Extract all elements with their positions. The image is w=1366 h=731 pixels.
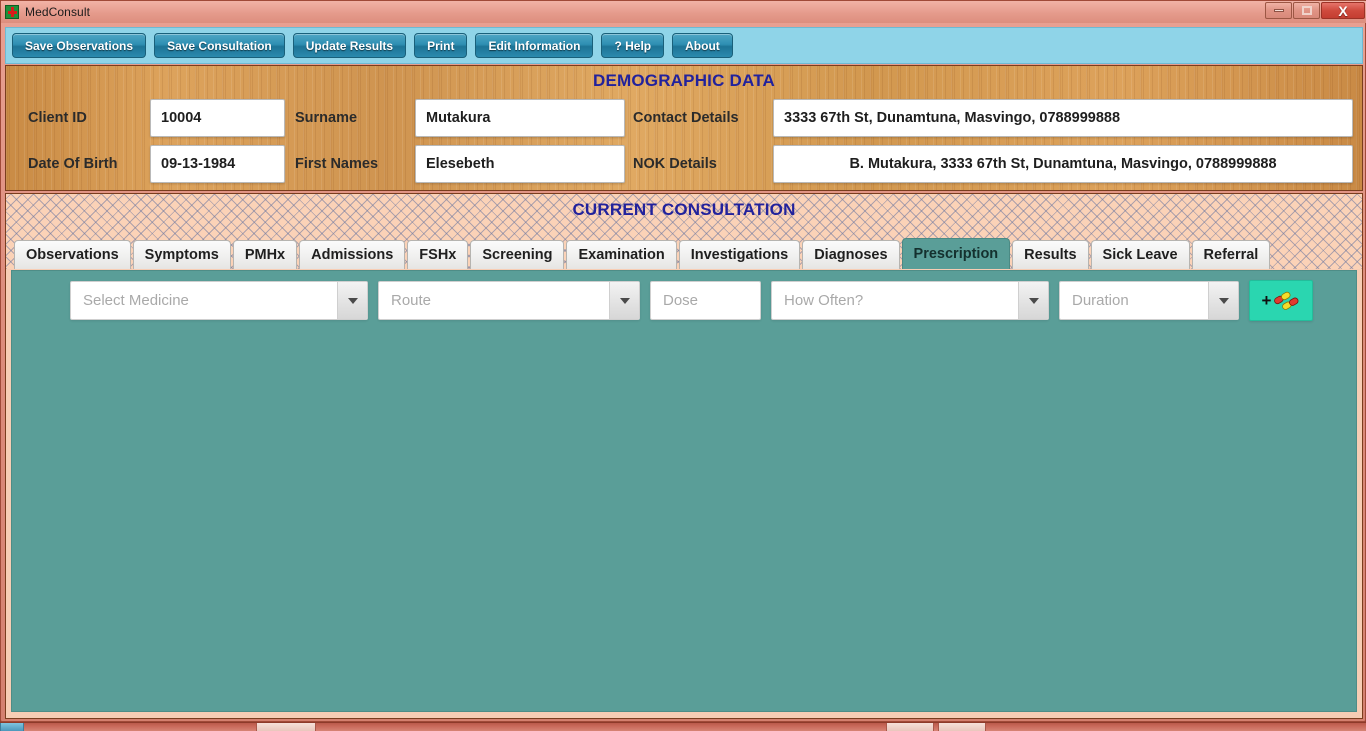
- tab-admissions[interactable]: Admissions: [299, 240, 406, 269]
- window-controls: X: [1265, 2, 1365, 19]
- demographic-data-title: DEMOGRAPHIC DATA: [592, 71, 775, 90]
- demographic-row-1: Client ID 10004 Surname Mutakura Contact…: [6, 95, 1362, 141]
- select-medicine-value: Select Medicine: [83, 292, 189, 309]
- tab-examination[interactable]: Examination: [566, 240, 677, 269]
- window-title: MedConsult: [25, 5, 91, 19]
- pill-capsule-icon: [1274, 291, 1299, 310]
- duration-dropdown-arrow[interactable]: [1208, 282, 1238, 319]
- tab-referral[interactable]: Referral: [1191, 240, 1271, 269]
- tab-results[interactable]: Results: [1012, 240, 1089, 269]
- chevron-down-icon: [347, 297, 358, 304]
- demographic-fields: Client ID 10004 Surname Mutakura Contact…: [6, 95, 1362, 187]
- consultation-tabstrip: Observations Symptoms PMHx Admissions FS…: [14, 238, 1271, 269]
- add-prescription-button[interactable]: +: [1249, 280, 1313, 321]
- window-frame: MedConsult X Save Observations Save Cons…: [0, 0, 1366, 722]
- current-consultation-panel: CURRENT CONSULTATION Observations Sympto…: [5, 193, 1363, 719]
- prescription-tab-panel: Select Medicine Route Dose How Often? Du…: [11, 270, 1357, 712]
- route-dropdown-arrow[interactable]: [609, 282, 639, 319]
- tab-screening[interactable]: Screening: [470, 240, 565, 269]
- chevron-down-icon: [1028, 297, 1039, 304]
- print-button[interactable]: Print: [414, 33, 468, 58]
- frequency-dropdown-arrow[interactable]: [1018, 282, 1048, 319]
- maximize-icon: [1301, 6, 1312, 15]
- route-dropdown[interactable]: Route: [378, 281, 640, 320]
- application-window: MedConsult X Save Observations Save Cons…: [0, 0, 1366, 731]
- nok-details-label: NOK Details: [633, 156, 717, 172]
- chevron-down-icon: [1218, 297, 1229, 304]
- close-button[interactable]: X: [1321, 2, 1365, 19]
- tab-observations[interactable]: Observations: [14, 240, 131, 269]
- date-of-birth-field[interactable]: 09-13-1984: [150, 145, 285, 183]
- nok-details-field[interactable]: B. Mutakura, 3333 67th St, Dunamtuna, Ma…: [773, 145, 1353, 183]
- frequency-value: How Often?: [784, 292, 864, 309]
- main-toolbar: Save Observations Save Consultation Upda…: [5, 27, 1363, 64]
- date-of-birth-label: Date Of Birth: [28, 156, 118, 172]
- taskbar-start-button[interactable]: [0, 723, 24, 731]
- tab-pmhx[interactable]: PMHx: [232, 240, 298, 269]
- current-consultation-band: CURRENT CONSULTATION Observations Sympto…: [6, 194, 1362, 269]
- demographic-row-2: Date Of Birth 09-13-1984 First Names Ele…: [6, 141, 1362, 187]
- surname-field[interactable]: Mutakura: [415, 99, 625, 137]
- route-value: Route: [391, 292, 432, 309]
- plus-icon: +: [1261, 291, 1272, 310]
- tab-diagnoses[interactable]: Diagnoses: [802, 240, 900, 269]
- prescription-entry-row: Select Medicine Route Dose How Often? Du…: [12, 271, 1356, 321]
- select-medicine-dropdown[interactable]: Select Medicine: [70, 281, 368, 320]
- demographic-data-panel: DEMOGRAPHIC DATA Client ID 10004 Surname…: [5, 65, 1363, 191]
- client-id-field[interactable]: 10004: [150, 99, 285, 137]
- save-consultation-button[interactable]: Save Consultation: [154, 33, 285, 58]
- medical-cross-icon: [5, 5, 19, 19]
- minimize-icon: [1273, 9, 1284, 12]
- surname-label: Surname: [295, 110, 358, 126]
- current-consultation-title: CURRENT CONSULTATION: [572, 200, 796, 219]
- maximize-button[interactable]: [1293, 2, 1320, 19]
- chevron-down-icon: [619, 297, 630, 304]
- help-button[interactable]: ? Help: [601, 33, 665, 58]
- first-names-label: First Names: [295, 156, 379, 172]
- taskbar-item[interactable]: [938, 723, 986, 731]
- contact-details-label: Contact Details: [633, 110, 739, 126]
- first-names-field[interactable]: Elesebeth: [415, 145, 625, 183]
- duration-dropdown[interactable]: Duration: [1059, 281, 1239, 320]
- select-medicine-dropdown-arrow[interactable]: [337, 282, 367, 319]
- frequency-dropdown[interactable]: How Often?: [771, 281, 1049, 320]
- close-icon: X: [1338, 2, 1348, 19]
- tab-investigations[interactable]: Investigations: [678, 240, 801, 269]
- title-bar: MedConsult X: [1, 1, 1366, 23]
- update-results-button[interactable]: Update Results: [292, 33, 407, 58]
- tab-fshx[interactable]: FSHx: [407, 240, 469, 269]
- tab-sick-leave[interactable]: Sick Leave: [1090, 240, 1190, 269]
- taskbar-item[interactable]: [886, 723, 934, 731]
- os-taskbar: [0, 722, 1366, 731]
- contact-details-field[interactable]: 3333 67th St, Dunamtuna, Masvingo, 07889…: [773, 99, 1353, 137]
- client-id-label: Client ID: [28, 110, 87, 126]
- taskbar-item[interactable]: [256, 723, 316, 731]
- tab-symptoms[interactable]: Symptoms: [132, 240, 231, 269]
- minimize-button[interactable]: [1265, 2, 1292, 19]
- save-observations-button[interactable]: Save Observations: [12, 33, 147, 58]
- about-button[interactable]: About: [672, 33, 733, 58]
- duration-value: Duration: [1072, 292, 1129, 309]
- dose-value: Dose: [663, 292, 699, 309]
- tab-prescription[interactable]: Prescription: [901, 238, 1011, 269]
- dose-input[interactable]: Dose: [650, 281, 761, 320]
- edit-information-button[interactable]: Edit Information: [475, 33, 594, 58]
